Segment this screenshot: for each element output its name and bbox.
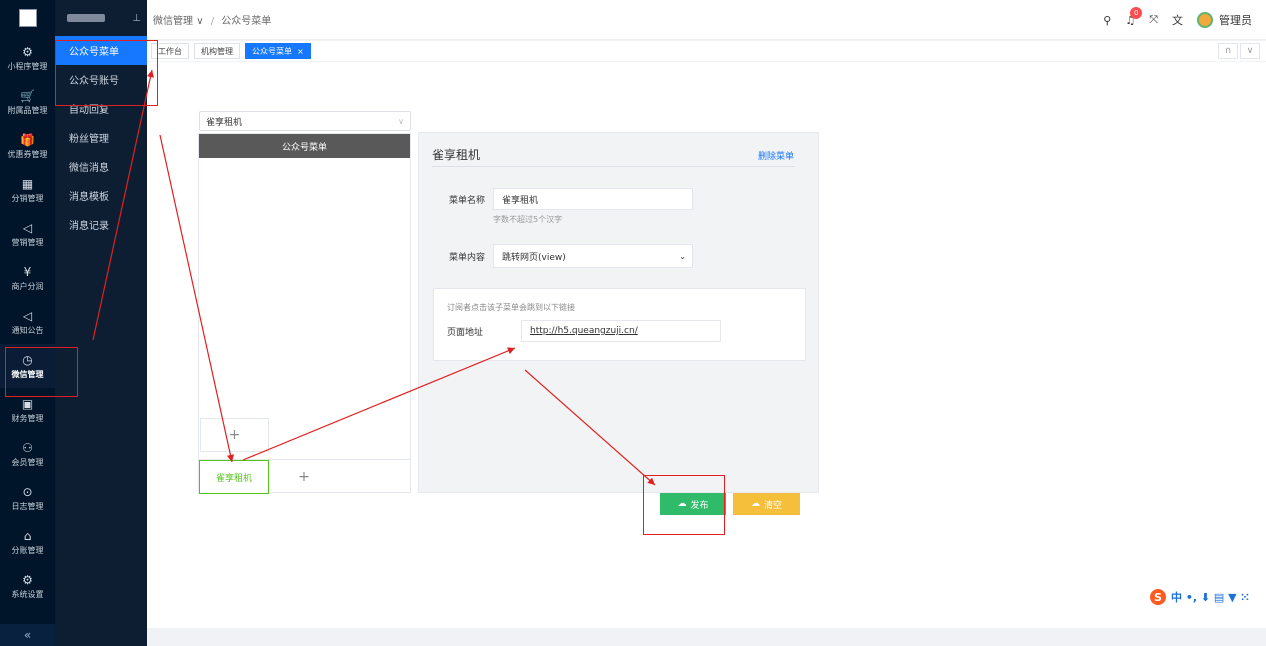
phone-header: 公众号菜单 (199, 134, 410, 158)
double-chevron-left-icon: « (23, 628, 32, 642)
close-icon[interactable]: × (297, 47, 304, 56)
page-url-input[interactable]: http://h5.queangzuji.cn/ (521, 320, 721, 342)
users-icon: ⚇ (22, 440, 33, 455)
menu-editor: 雀享租机 删除菜单 菜单名称 雀享租机 字数不超过5个汉字 菜单内容 跳转网页(… (418, 132, 819, 493)
chevron-down-icon: ∨ (196, 16, 204, 27)
breadcrumb-wechat[interactable]: 微信管理 (153, 16, 193, 27)
gift-icon: 🎁 (20, 132, 35, 147)
logo-image (18, 9, 37, 27)
chevron-down-icon: ⌄ (679, 251, 686, 261)
account-select[interactable]: 雀享租机 ∨ (199, 111, 411, 131)
annotation-box-submenu (55, 40, 158, 106)
menu-content-select[interactable]: 跳转网页(view) ⌄ (493, 244, 693, 268)
cart-icon: 🛒 (20, 88, 35, 103)
yuan-icon: ¥ (23, 264, 32, 279)
breadcrumb: 微信管理 ∨ / 公众号菜单 (153, 16, 272, 27)
ime-toolbar[interactable]: S 中 •, ⬇ ▤ ▼ ⁙ (1150, 588, 1250, 606)
rail-item-system[interactable]: ⚙ 系统设置 (0, 564, 55, 608)
avatar[interactable] (1197, 12, 1213, 28)
wallet-icon: ▣ (21, 396, 34, 411)
refresh-icon[interactable]: ∩ (1218, 43, 1238, 59)
rail-item-distribution[interactable]: ▦ 分销管理 (0, 168, 55, 212)
settings-icon: ⚙ (22, 44, 33, 59)
sogou-logo-icon: S (1150, 589, 1166, 605)
link-settings: 订阅者点击该子菜单会跳到以下链接 页面地址 http://h5.queangzu… (433, 288, 806, 361)
search-icon[interactable]: ⚲ (1103, 14, 1111, 27)
clear-button[interactable]: ☁ 清空 (733, 493, 800, 515)
rail-item-members[interactable]: ⚇ 会员管理 (0, 432, 55, 476)
gear-icon: ⚙ (22, 572, 33, 587)
annotation-box-wechat (5, 347, 78, 397)
rail-item-split[interactable]: ⌂ 分账管理 (0, 520, 55, 564)
cloud-upload-icon: ☁ (750, 499, 760, 509)
notification-badge: 0 (1130, 6, 1143, 19)
megaphone-icon: ◁ (22, 308, 33, 323)
menu-content-label: 菜单内容 (449, 253, 486, 263)
submenu-item-templates[interactable]: 消息模板 (55, 181, 147, 210)
user-name[interactable]: 管理员 (1219, 12, 1252, 28)
chevron-down-icon[interactable]: ∨ (1240, 43, 1260, 59)
translate-icon[interactable]: 文 (1172, 12, 1183, 28)
rail-item-marketing[interactable]: ◁ 营销管理 (0, 212, 55, 256)
page-url-label: 页面地址 (447, 328, 484, 338)
top-header: 微信管理 ∨ / 公众号菜单 ⚲ ♫ 0 ⤧ 文 管理员 (147, 0, 1266, 40)
icon-rail: ⚙ 小程序管理 🛒 附属品管理 🎁 优惠券管理 ▦ 分销管理 ◁ 营销管理 ¥ 商户分润 ◁… (0, 0, 55, 646)
menu-item-button[interactable]: 雀享租机 (199, 460, 269, 494)
ime-status: 中 •, ⬇ ▤ ▼ ⁙ (1171, 591, 1250, 604)
pin-icon[interactable]: ⊥ (132, 13, 141, 24)
fullscreen-icon[interactable]: ⤧ (1149, 13, 1158, 27)
submenu-item-messages[interactable]: 微信消息 (55, 152, 147, 181)
tab-org[interactable]: 机构管理 (194, 43, 240, 59)
shield-icon: ⊙ (22, 484, 33, 499)
rail-item-accessories[interactable]: 🛒 附属品管理 (0, 80, 55, 124)
rail-item-notices[interactable]: ◁ 通知公告 (0, 300, 55, 344)
logo (0, 0, 55, 36)
phone-menu-bar: 雀享租机 + (199, 459, 410, 494)
menu-name-label: 菜单名称 (449, 196, 486, 206)
divider (432, 166, 795, 167)
tab-wechat-menu[interactable]: 公众号菜单 × (245, 43, 311, 59)
add-submenu-button[interactable]: + (200, 418, 269, 452)
megaphone-icon: ◁ (22, 220, 33, 235)
home-icon: ⌂ (23, 528, 32, 543)
submenu-item-fans[interactable]: 粉丝管理 (55, 123, 147, 152)
link-hint: 订阅者点击该子菜单会跳到以下链接 (447, 303, 575, 312)
annotation-box-publish (643, 475, 725, 535)
rail-item-merchant-share[interactable]: ¥ 商户分润 (0, 256, 55, 300)
phone-preview: 公众号菜单 + 雀享租机 + (198, 133, 411, 494)
tabs-tools: ∩ ∨ (1218, 43, 1260, 59)
submenu-item-records[interactable]: 消息记录 (55, 210, 147, 239)
chart-icon: ▦ (21, 176, 34, 191)
bell-icon[interactable]: ♫ 0 (1125, 6, 1143, 27)
rail-item-logs[interactable]: ⊙ 日志管理 (0, 476, 55, 520)
menu-name-hint: 字数不超过5个汉字 (493, 215, 563, 224)
editor-title: 雀享租机 (432, 148, 481, 162)
tabs-bar: 工作台 机构管理 公众号菜单 × ∩ ∨ (147, 41, 1266, 61)
rail-item-miniprogram[interactable]: ⚙ 小程序管理 (0, 36, 55, 80)
add-menu-button[interactable]: + (269, 460, 339, 494)
collapse-button[interactable]: « (0, 624, 55, 646)
bottom-strip (147, 628, 1266, 646)
breadcrumb-current: 公众号菜单 (221, 16, 272, 27)
header-actions: ⚲ ♫ 0 ⤧ 文 管理员 (1103, 0, 1252, 40)
menu-name-input[interactable]: 雀享租机 (493, 188, 693, 210)
chevron-down-icon: ∨ (398, 116, 404, 126)
delete-menu-link[interactable]: 删除菜单 (758, 149, 794, 162)
brand-name-redacted (67, 14, 105, 22)
submenu-header: ⊥ (55, 0, 147, 36)
rail-item-coupons[interactable]: 🎁 优惠券管理 (0, 124, 55, 168)
